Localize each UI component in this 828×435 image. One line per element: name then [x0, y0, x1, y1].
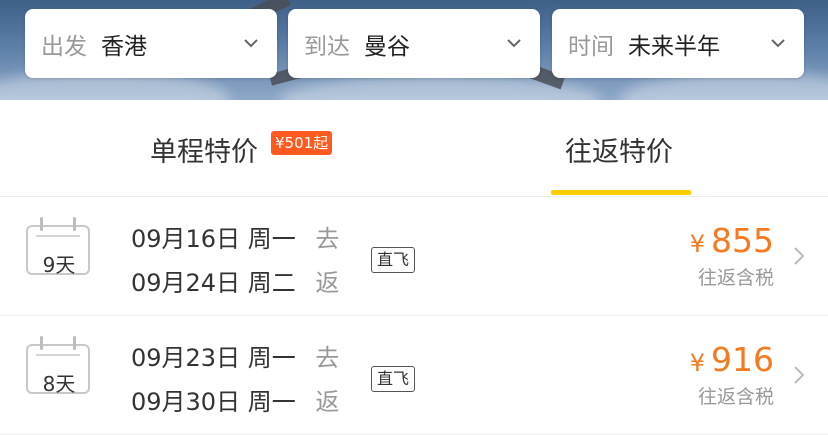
trip-duration: 8天 [42, 372, 76, 396]
time-value: 未来半年 [628, 33, 720, 60]
return-direction: 返 [315, 388, 340, 416]
chevron-down-icon [771, 39, 785, 48]
chevron-right-icon [794, 247, 805, 265]
depart-date: 09月16日 [131, 225, 241, 253]
trip-duration: 9天 [42, 253, 76, 277]
tab-round-trip-label: 往返特价 [565, 137, 673, 168]
active-tab-indicator [551, 190, 691, 195]
deal-price: ¥855 [690, 221, 774, 260]
depart-date-line: 09月23日 周一 去 [131, 338, 339, 373]
depart-date-line: 09月16日 周一 去 [131, 219, 339, 254]
origin-filter[interactable]: 出发 香港 [25, 9, 277, 78]
depart-weekday: 周一 [247, 344, 296, 372]
currency-symbol: ¥ [689, 230, 705, 258]
price-note: 往返含税 [697, 386, 774, 408]
chevron-down-icon [507, 39, 521, 48]
tab-one-way[interactable]: 单程特价 ¥501起 [140, 100, 380, 196]
return-date-line: 09月30日 周一 返 [131, 382, 339, 417]
return-direction: 返 [315, 269, 340, 297]
calendar-header-line [36, 354, 80, 356]
destination-filter[interactable]: 到达 曼谷 [288, 9, 540, 78]
time-label: 时间 [568, 33, 614, 60]
calendar-icon: 8天 [26, 334, 92, 396]
price-note: 往返含税 [697, 267, 774, 289]
destination-value: 曼谷 [364, 33, 410, 60]
return-weekday: 周二 [247, 269, 296, 297]
deal-row[interactable]: 9天 09月16日 周一 去 09月24日 周二 返 直飞 ¥855 往返含税 [0, 197, 828, 316]
calendar-ring [73, 336, 76, 350]
return-date: 09月24日 [131, 269, 241, 297]
calendar-ring [40, 336, 43, 350]
price-value: 855 [711, 221, 774, 260]
origin-label: 出发 [41, 33, 87, 60]
tab-one-way-label: 单程特价 [150, 137, 258, 168]
depart-date: 09月23日 [131, 344, 241, 372]
deal-row[interactable]: 8天 09月23日 周一 去 09月30日 周一 返 直飞 ¥916 往返含税 [0, 316, 828, 435]
price-value: 916 [711, 340, 774, 379]
depart-direction: 去 [315, 344, 340, 372]
direct-flight-tag: 直飞 [371, 366, 416, 392]
currency-symbol: ¥ [689, 349, 705, 377]
trip-type-tabs: 单程特价 ¥501起 往返特价 [0, 100, 828, 197]
origin-value: 香港 [101, 33, 147, 60]
calendar-ring [73, 217, 76, 231]
destination-label: 到达 [304, 33, 350, 60]
time-filter[interactable]: 时间 未来半年 [552, 9, 804, 78]
depart-direction: 去 [315, 225, 340, 253]
return-date-line: 09月24日 周二 返 [131, 263, 339, 298]
chevron-right-icon [794, 366, 805, 384]
tab-round-trip[interactable]: 往返特价 [551, 100, 691, 196]
calendar-header-line [36, 235, 80, 237]
price-from-badge: ¥501起 [271, 131, 333, 155]
deal-price: ¥916 [690, 340, 774, 379]
calendar-ring [40, 217, 43, 231]
return-weekday: 周一 [247, 388, 296, 416]
chevron-down-icon [244, 39, 258, 48]
direct-flight-tag: 直飞 [371, 247, 416, 273]
depart-weekday: 周一 [247, 225, 296, 253]
return-date: 09月30日 [131, 388, 241, 416]
calendar-icon: 9天 [26, 215, 92, 277]
